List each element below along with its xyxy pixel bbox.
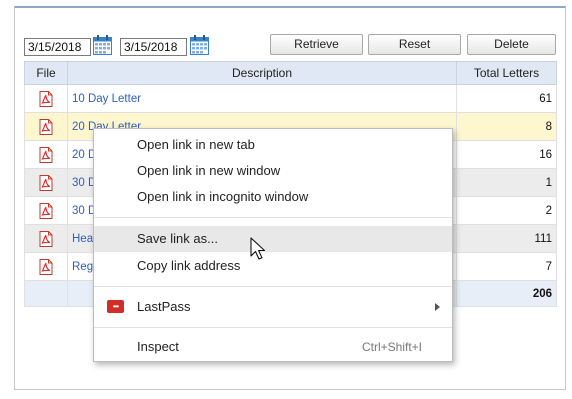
mouse-pointer-icon — [250, 237, 266, 260]
total-row-blank — [24, 280, 68, 307]
menu-item-lastpass[interactable]: ••• LastPass — [94, 294, 452, 320]
pdf-file-icon[interactable] — [39, 118, 53, 135]
total-letters-cell: 8 — [456, 112, 557, 141]
menu-item-open-new-tab[interactable]: Open link in new tab — [94, 132, 452, 158]
menu-item-label: Inspect — [137, 339, 179, 354]
menu-divider — [94, 327, 452, 328]
file-cell[interactable] — [24, 112, 68, 141]
retrieve-button[interactable]: Retrieve — [270, 34, 363, 55]
reset-button[interactable]: Reset — [368, 34, 461, 55]
table-header-row: File Description Total Letters — [24, 61, 557, 85]
file-cell[interactable] — [24, 168, 68, 197]
column-header-total-letters[interactable]: Total Letters — [456, 61, 557, 85]
total-letters-cell: 111 — [456, 224, 557, 253]
chevron-right-icon — [435, 303, 440, 311]
menu-item-inspect[interactable]: Inspect Ctrl+Shift+I — [94, 334, 452, 360]
total-letters-cell: 1 — [456, 168, 557, 197]
menu-item-save-link-as[interactable]: Save link as... — [94, 226, 452, 252]
menu-divider — [94, 286, 452, 287]
menu-item-open-incognito[interactable]: Open link in incognito window — [94, 184, 452, 210]
grand-total-cell: 206 — [456, 280, 557, 307]
context-menu: Open link in new tab Open link in new wi… — [93, 128, 453, 362]
menu-item-label: Copy link address — [137, 258, 241, 273]
total-letters-cell: 61 — [456, 84, 557, 113]
pdf-file-icon[interactable] — [39, 230, 53, 247]
delete-button[interactable]: Delete — [467, 34, 556, 55]
total-letters-cell: 2 — [456, 196, 557, 225]
menu-item-label: Open link in new window — [137, 163, 281, 178]
menu-item-label: Open link in incognito window — [137, 189, 309, 204]
file-cell[interactable] — [24, 224, 68, 253]
total-letters-cell: 16 — [456, 140, 557, 169]
column-header-file[interactable]: File — [24, 61, 68, 85]
pdf-file-icon[interactable] — [39, 90, 53, 107]
column-header-description[interactable]: Description — [67, 61, 457, 85]
file-cell[interactable] — [24, 84, 68, 113]
pdf-file-icon[interactable] — [39, 258, 53, 275]
calendar-icon[interactable] — [190, 35, 209, 55]
pdf-file-icon[interactable] — [39, 202, 53, 219]
file-cell[interactable] — [24, 196, 68, 225]
description-link[interactable]: 10 Day Letter — [67, 84, 457, 113]
start-date-field[interactable]: 3/15/2018 — [24, 38, 91, 56]
menu-item-label: Open link in new tab — [137, 137, 255, 152]
lastpass-icon: ••• — [107, 300, 124, 313]
menu-divider — [94, 217, 452, 218]
menu-item-copy-link-address[interactable]: Copy link address — [94, 253, 452, 279]
end-date-field[interactable]: 3/15/2018 — [120, 38, 187, 56]
menu-item-label: LastPass — [137, 299, 191, 314]
menu-item-label: Save link as... — [137, 231, 218, 246]
pdf-file-icon[interactable] — [39, 146, 53, 163]
file-cell[interactable] — [24, 140, 68, 169]
file-cell[interactable] — [24, 252, 68, 281]
total-letters-cell: 7 — [456, 252, 557, 281]
menu-item-open-new-window[interactable]: Open link in new window — [94, 158, 452, 184]
menu-item-shortcut: Ctrl+Shift+I — [361, 340, 422, 354]
table-row[interactable]: 10 Day Letter 61 — [24, 84, 557, 113]
calendar-icon[interactable] — [93, 35, 112, 55]
pdf-file-icon[interactable] — [39, 174, 53, 191]
